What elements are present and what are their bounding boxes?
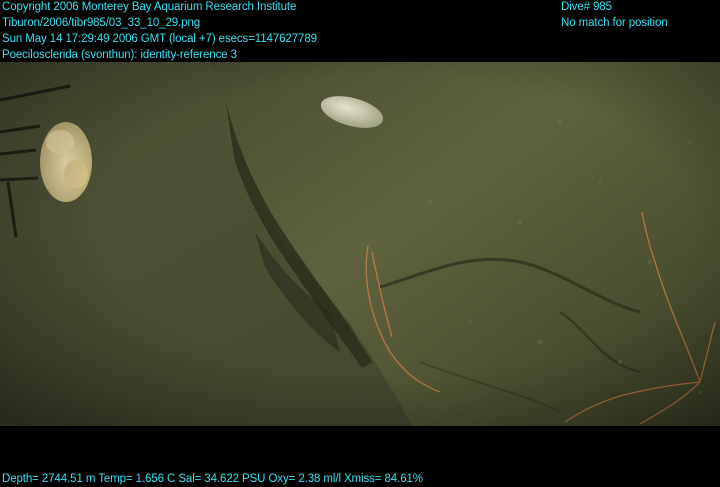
header-right: Dive# 985 No match for position bbox=[561, 0, 668, 31]
telemetry-footer: Depth= 2744.51 m Temp= 1.656 C Sal= 34.6… bbox=[2, 473, 423, 485]
position-status: No match for position bbox=[561, 17, 668, 29]
filename-text: Tiburon/2006/tibr985/03_33_10_29.png bbox=[2, 17, 201, 29]
seafloor-image bbox=[0, 62, 720, 426]
header-left: Copyright 2006 Monterey Bay Aquarium Res… bbox=[2, 0, 317, 63]
timestamp-text: Sun May 14 17:29:49 2006 GMT (local +7) … bbox=[2, 33, 317, 45]
copyright-text: Copyright 2006 Monterey Bay Aquarium Res… bbox=[2, 1, 297, 13]
dive-number: Dive# 985 bbox=[561, 1, 612, 13]
annotation-text: Poecilosclerida (svonthun): identity-ref… bbox=[2, 49, 237, 61]
video-frame: Copyright 2006 Monterey Bay Aquarium Res… bbox=[0, 0, 720, 486]
